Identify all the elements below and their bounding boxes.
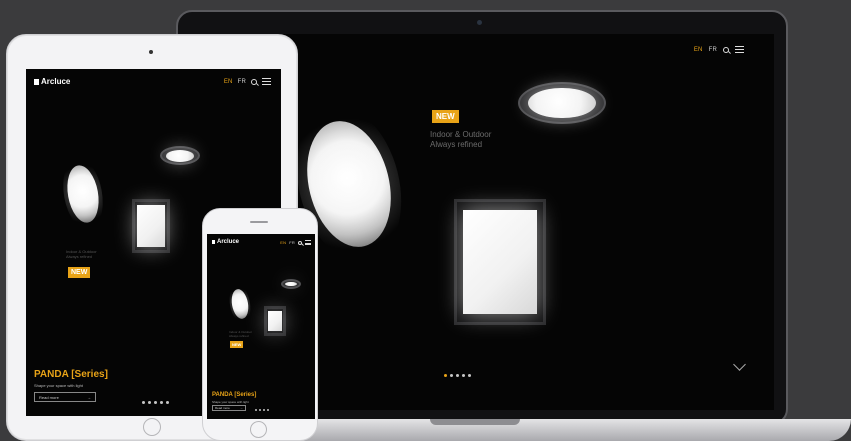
slider-dot[interactable] [148, 401, 151, 404]
tablet-camera [149, 50, 153, 54]
tagline-line-2: Always refined [430, 140, 483, 149]
hero-tagline: Indoor & Outdoor Always refined [66, 249, 106, 259]
search-icon[interactable] [251, 78, 257, 85]
arrow-right-icon: → [240, 406, 243, 410]
series-title: PANDA [Series] [212, 392, 257, 398]
tagline-line-1: Indoor & Outdoor [430, 130, 492, 139]
lang-fr-link[interactable]: FR [709, 47, 717, 53]
tablet-home-button [143, 418, 161, 436]
brand-name: Arcluce [217, 239, 240, 245]
read-more-label: Read more [39, 394, 59, 400]
brand-logo[interactable]: Arcluce [212, 239, 239, 245]
oval-lamp-image [63, 162, 103, 226]
lang-en-link[interactable]: EN [224, 79, 233, 85]
round-lamp-image [281, 279, 301, 289]
slider-dot[interactable] [160, 401, 163, 404]
phone-screen: Arcluce EN FR Indoor & Outdoor Always re… [207, 234, 315, 419]
lang-fr-link[interactable]: FR [289, 240, 295, 245]
round-lamp-image [160, 146, 200, 165]
new-badge: NEW [432, 110, 459, 123]
lang-en-link[interactable]: EN [694, 47, 703, 53]
lang-fr-link[interactable]: FR [238, 79, 246, 85]
language-nav: EN FR [694, 46, 744, 53]
slider-dot[interactable] [255, 409, 257, 411]
slider-dots [142, 401, 169, 404]
slider-dot[interactable] [456, 374, 459, 377]
square-lamp-image [264, 306, 286, 336]
slider-dot[interactable] [444, 374, 447, 377]
slider-dot[interactable] [259, 409, 261, 411]
laptop-camera [477, 20, 482, 25]
menu-icon[interactable] [735, 46, 744, 53]
slider-dot[interactable] [142, 401, 145, 404]
arrow-right-icon: → [87, 394, 91, 400]
lang-en-link[interactable]: EN [280, 240, 286, 245]
hero-tagline: Indoor & Outdoor Always refined [430, 130, 520, 150]
tagline-line-2: Always refined [229, 334, 249, 338]
tagline-line-2: Always refined [66, 254, 93, 259]
search-icon[interactable] [723, 46, 729, 53]
slider-dot[interactable] [462, 374, 465, 377]
new-badge: NEW [68, 267, 91, 278]
slider-dot[interactable] [263, 409, 265, 411]
hero-tagline: Indoor & Outdoor Always refined [229, 330, 259, 338]
series-subtitle: Shape your space with light [34, 383, 83, 388]
slider-dot[interactable] [450, 374, 453, 377]
brand-name: Arcluce [41, 77, 71, 86]
read-more-button[interactable]: Read more → [212, 405, 246, 411]
phone-speaker [250, 221, 268, 223]
slider-dot[interactable] [468, 374, 471, 377]
new-badge: NEW [230, 341, 244, 348]
search-icon[interactable] [298, 240, 302, 245]
language-nav: EN FR [224, 78, 271, 85]
read-more-label: Read more [215, 406, 230, 410]
logo-mark-icon [212, 240, 215, 244]
slider-dots [255, 409, 269, 411]
square-lamp-image [132, 199, 170, 253]
slider-dots [444, 374, 471, 377]
menu-icon[interactable] [262, 78, 271, 85]
round-lamp-image [518, 82, 606, 124]
square-lamp-image [454, 199, 546, 325]
slider-dot[interactable] [166, 401, 169, 404]
brand-logo[interactable]: Arcluce [34, 77, 70, 86]
slider-dot[interactable] [154, 401, 157, 404]
read-more-button[interactable]: Read more → [34, 392, 96, 402]
series-subtitle: Shape your space with light [212, 400, 249, 404]
slider-dot[interactable] [267, 409, 269, 411]
series-title: PANDA [Series] [34, 369, 108, 380]
logo-mark-icon [34, 78, 39, 85]
phone-home-button [250, 421, 267, 438]
oval-lamp-image [229, 287, 251, 321]
language-nav: EN FR [280, 240, 311, 245]
chevron-down-icon[interactable] [733, 358, 746, 371]
menu-icon[interactable] [305, 240, 311, 245]
laptop-notch [430, 419, 520, 425]
